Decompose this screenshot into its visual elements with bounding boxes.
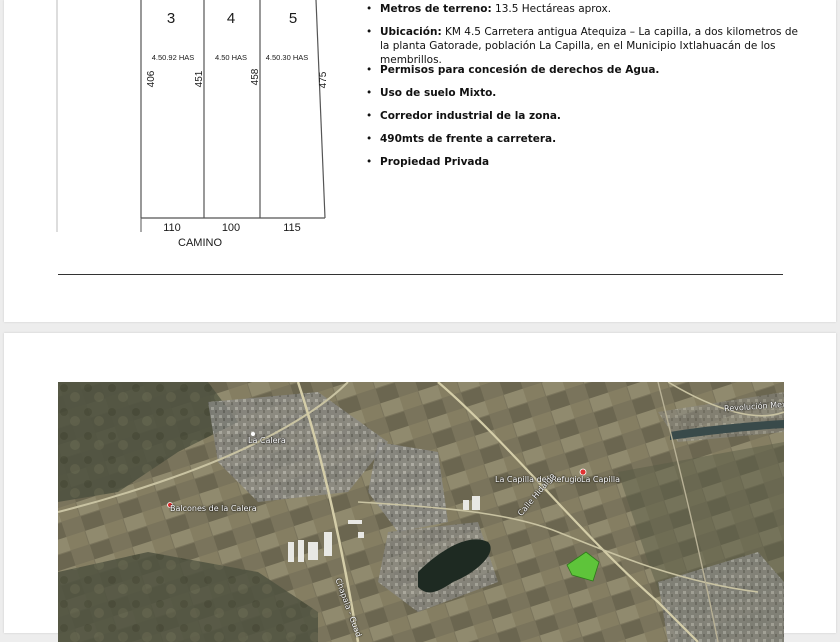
lot-plan-sketch: 3 4 5 4.50.92 HAS 4.50 HAS 4.50.30 HAS 4… <box>56 0 329 249</box>
lot-side-measure: 451 <box>194 70 205 87</box>
lot-number: 5 <box>289 10 297 27</box>
lot-front-measure: 110 <box>163 222 181 234</box>
lot-side-measure: 458 <box>250 68 261 85</box>
feature-item: • Propiedad Privada <box>366 156 490 168</box>
map-label-capilla-refugio: La Capilla del Refugio <box>495 475 582 484</box>
feature-item: • 490mts de frente a carretera. <box>366 133 557 145</box>
feature-item: • Ubicación: KM 4.5 Carretera antigua Ate… <box>366 26 798 66</box>
lot-number: 3 <box>167 10 175 27</box>
lot-number: 4 <box>227 10 235 27</box>
lot-side-measure: 406 <box>146 70 157 87</box>
lot-front-measure: 100 <box>222 222 240 234</box>
feature-item: • Corredor industrial de la zona. <box>366 110 561 122</box>
aerial-map[interactable]: La Calera Balcones de la Calera La Capil… <box>58 382 784 642</box>
property-details-card: 3 4 5 4.50.92 HAS 4.50 HAS 4.50.30 HAS 4… <box>4 0 836 322</box>
aerial-map-image <box>58 382 784 642</box>
lot-area: 4.50.30 HAS <box>266 53 309 62</box>
lot-side-measure: 475 <box>318 71 329 88</box>
feature-item: • Permisos para concesión de derechos de … <box>366 64 660 76</box>
road-label: CAMINO <box>178 237 222 249</box>
map-label-balcones: Balcones de la Calera <box>170 504 257 513</box>
map-label-la-calera: La Calera <box>248 436 286 445</box>
lot-area: 4.50.92 HAS <box>152 53 195 62</box>
lot-front-measure: 115 <box>283 222 301 234</box>
location-map-card: La Calera Balcones de la Calera La Capil… <box>4 333 836 642</box>
section-divider <box>58 274 783 275</box>
feature-item: • Metros de terreno: 13.5 Hectáreas aprox… <box>366 3 612 15</box>
lot-area: 4.50 HAS <box>215 53 247 62</box>
feature-item: • Uso de suelo Mixto. <box>366 87 497 99</box>
map-label-la-capilla: La Capilla <box>581 475 621 484</box>
